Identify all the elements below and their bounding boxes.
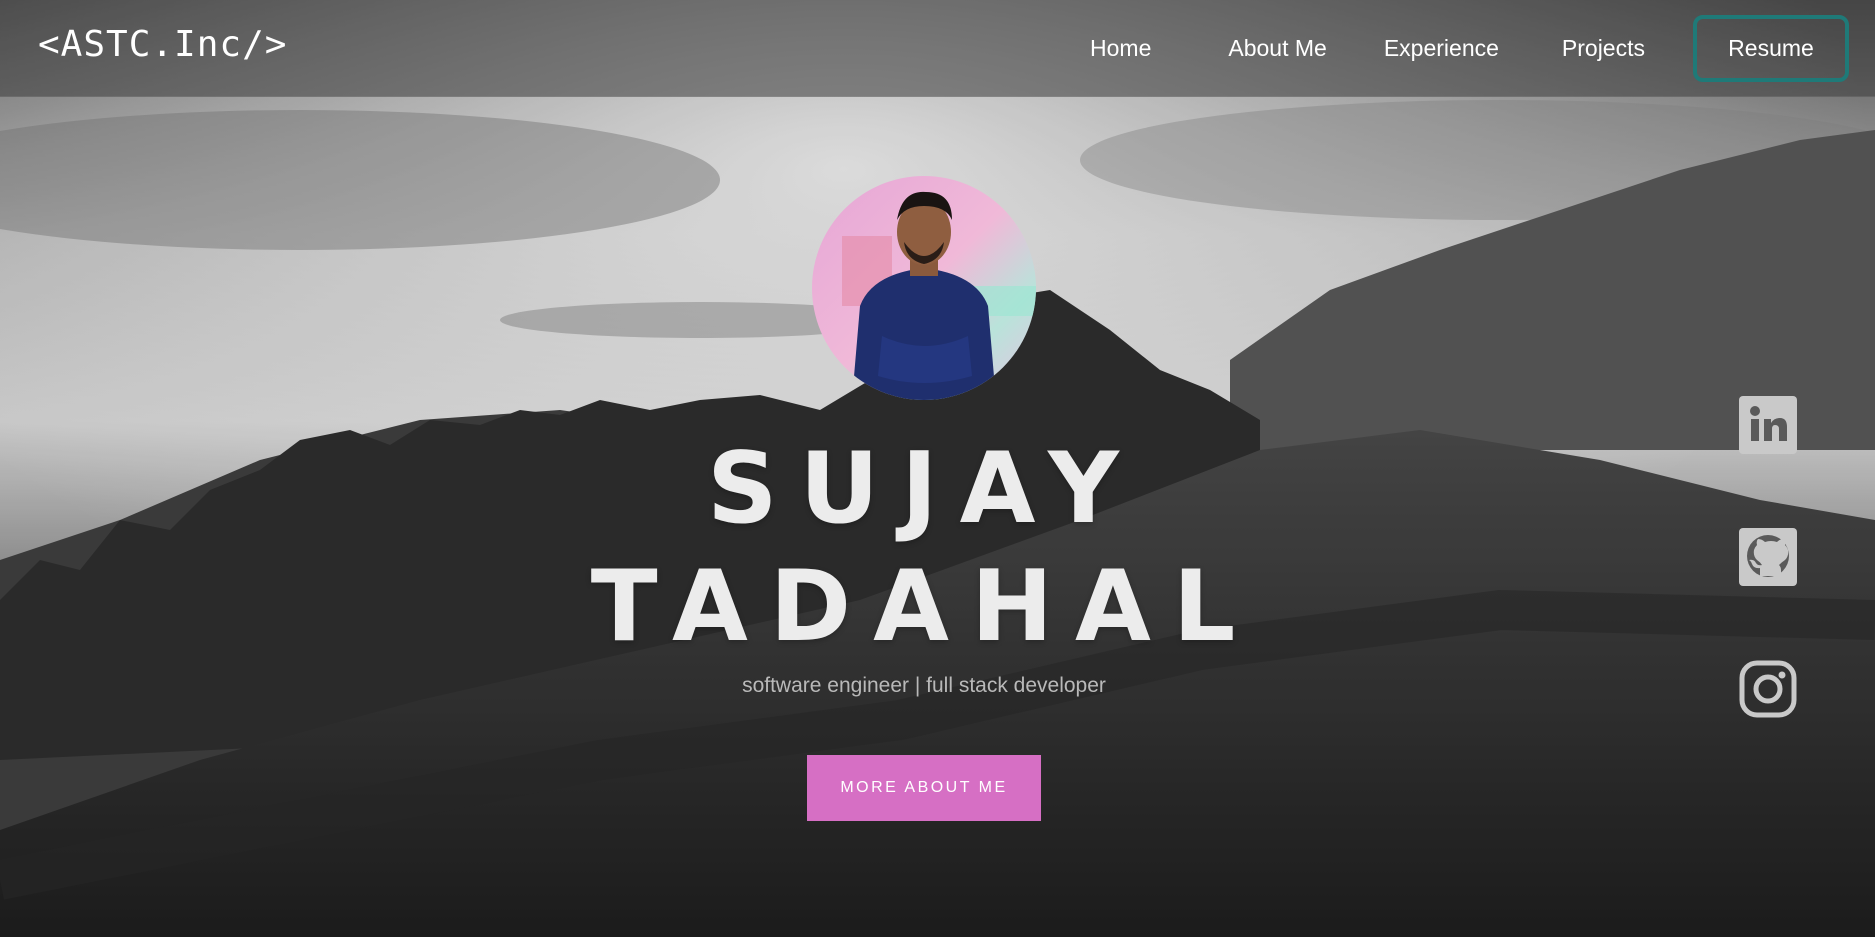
brand-logo[interactable]: <ASTC.Inc/> — [38, 24, 287, 65]
linkedin-icon[interactable] — [1739, 396, 1797, 454]
hero-first-name: SUJAY — [706, 432, 1142, 546]
instagram-icon[interactable] — [1739, 660, 1797, 718]
github-icon[interactable] — [1739, 528, 1797, 586]
nav-link-projects[interactable]: Projects — [1562, 35, 1645, 62]
nav-link-home[interactable]: Home — [1090, 35, 1151, 62]
profile-photo — [812, 176, 1036, 400]
more-about-me-button[interactable]: MORE ABOUT ME — [807, 755, 1041, 821]
nav-links: Home About Me Experience Projects Resume — [1090, 0, 1875, 96]
instagram-icon-graphic — [1739, 660, 1797, 718]
hero-tagline: software engineer | full stack developer — [742, 674, 1106, 697]
hero-section: <ASTC.Inc/> Home About Me Experience Pro… — [0, 0, 1875, 937]
top-navbar: <ASTC.Inc/> Home About Me Experience Pro… — [0, 0, 1875, 97]
github-icon-graphic — [1739, 528, 1797, 586]
resume-button[interactable]: Resume — [1693, 14, 1849, 82]
nav-link-experience[interactable]: Experience — [1384, 35, 1499, 62]
profile-avatar — [812, 176, 1036, 400]
linkedin-icon-graphic — [1739, 396, 1797, 454]
hero-last-name: TADAHAL — [590, 550, 1258, 664]
nav-link-about-me[interactable]: About Me — [1228, 35, 1326, 62]
